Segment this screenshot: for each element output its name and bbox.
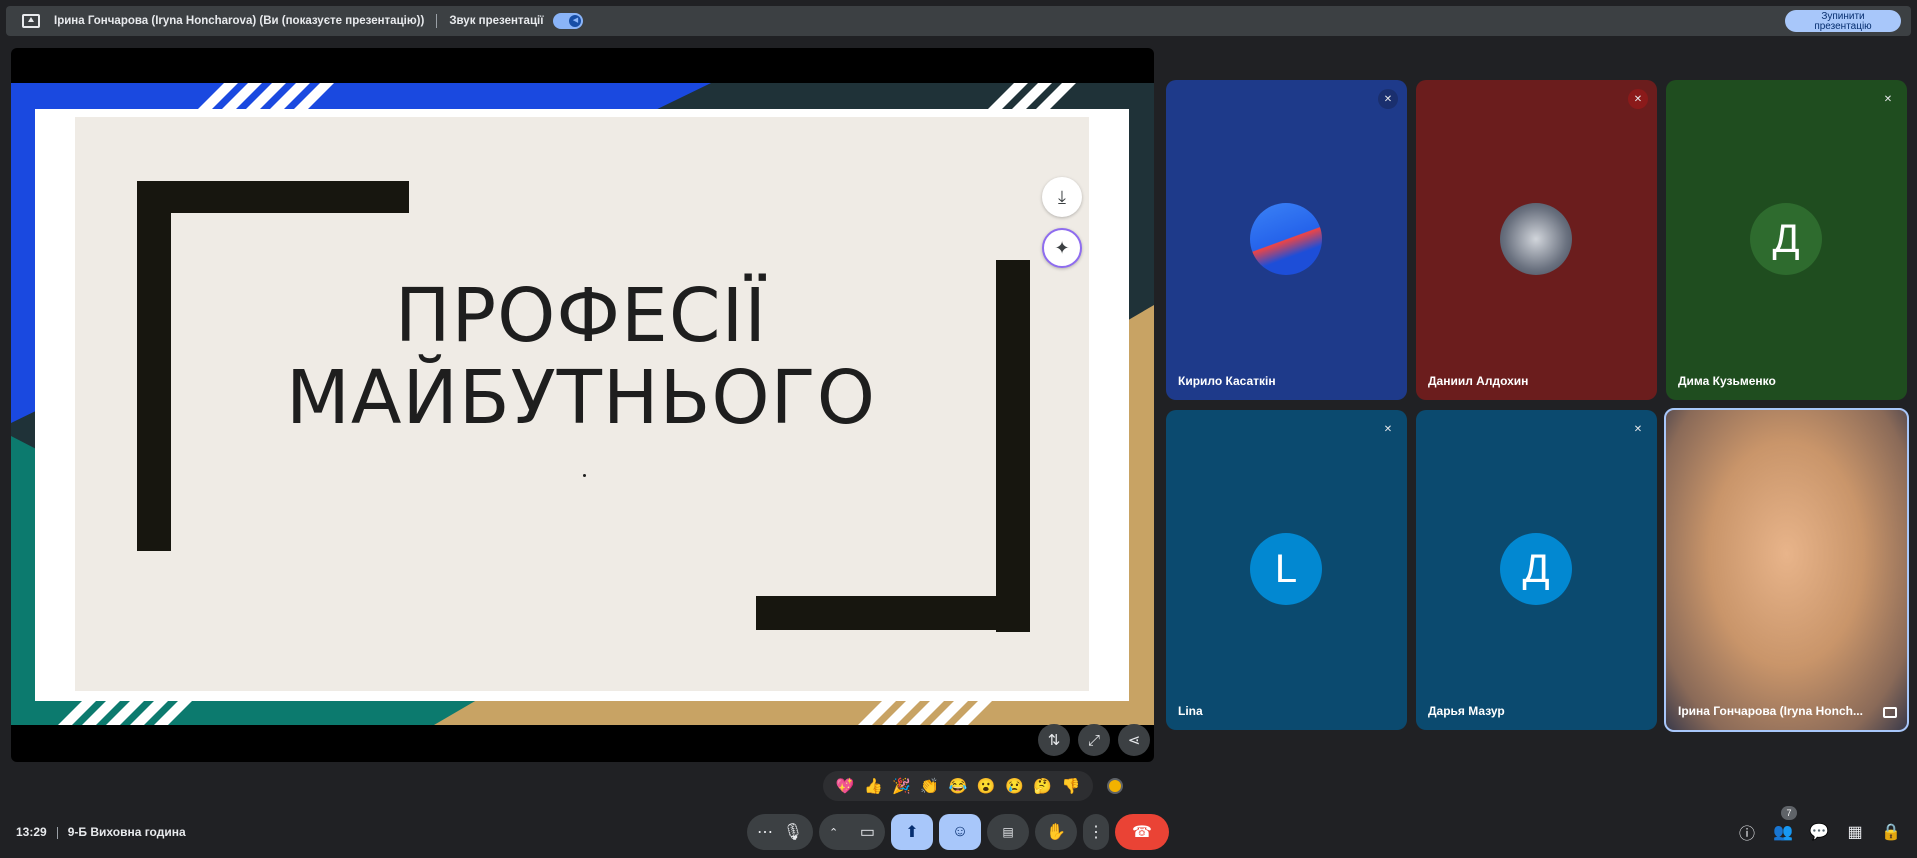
meeting-title: 9-Б Виховна година: [67, 825, 186, 839]
people-count-badge: 7: [1781, 806, 1797, 820]
share-icon: ⋖: [1127, 732, 1141, 749]
mic-group: ⋯ 🎙: [747, 814, 813, 850]
presentation-stage: ПРОФЕСІЇ МАЙБУТНЬОГО ⤓ ✦ ⇅ ⤢ ⋖: [11, 48, 1154, 762]
presentation-sound-toggle[interactable]: ◀: [553, 13, 584, 29]
more-options-button[interactable]: ⋮: [1083, 814, 1109, 850]
mic-off-icon: ✕: [1378, 89, 1398, 109]
more-vert-icon: ⋮: [1088, 824, 1104, 841]
fullscreen-button[interactable]: ⤢: [1078, 724, 1110, 756]
participant-name: Кирило Касаткін: [1178, 374, 1276, 388]
bracket-right-bottom: [756, 596, 1030, 630]
bracket-left: [137, 181, 171, 551]
captions-button[interactable]: ▤: [987, 814, 1029, 850]
divider: [436, 14, 438, 28]
bottom-controls: 13:29 9-Б Виховна година ⋯ 🎙 ⌃ ▭ ⬆ ☺ ▤ ✋ …: [0, 810, 1917, 858]
end-call-icon: ☎: [1132, 824, 1152, 841]
reaction-surprised[interactable]: 😮: [977, 777, 996, 795]
divider: [56, 826, 58, 839]
chevron-up-icon[interactable]: ⌃: [829, 826, 838, 839]
slide-stripes-top: [198, 83, 334, 109]
people-icon[interactable]: 👥: [1771, 820, 1795, 844]
avatar: Д: [1500, 533, 1572, 605]
presentation-slide: ПРОФЕСІЇ МАЙБУТНЬОГО ⤓ ✦: [11, 83, 1154, 725]
avatar: Д: [1750, 203, 1822, 275]
sparkle-icon: ✦: [1054, 237, 1070, 258]
speaker-icon: ◀: [569, 15, 582, 27]
slide-stripes-top-right: [988, 83, 1076, 109]
reaction-heart[interactable]: 💖: [836, 777, 855, 795]
present-now-button[interactable]: ⬆: [891, 814, 933, 850]
skin-tone-selector[interactable]: [1107, 778, 1123, 794]
avatar: [1250, 203, 1322, 275]
slide-stripes-bottom-left: [58, 699, 194, 725]
chat-icon[interactable]: 💬: [1807, 820, 1831, 844]
slide-title-line1: ПРОФЕСІЇ: [394, 273, 768, 359]
present-screen-icon: [22, 14, 40, 28]
mic-off-icon: ✕: [1883, 93, 1893, 105]
expand-icon: ⤢: [1087, 731, 1100, 749]
more-audio-options-icon[interactable]: ⋯: [757, 822, 773, 842]
info-icon[interactable]: ⓘ: [1735, 820, 1759, 844]
mic-off-icon: ✕: [1628, 89, 1648, 109]
download-icon: ⤓: [1058, 186, 1066, 207]
participant-tile[interactable]: ✕ Кирило Касаткін: [1166, 80, 1407, 400]
smiley-icon: ☺: [951, 823, 969, 840]
participant-tile[interactable]: ✕ Д Дима Кузьменко: [1666, 80, 1907, 400]
picture-in-picture-icon[interactable]: [1883, 707, 1897, 718]
presentation-sound-label: Звук презентації: [449, 15, 544, 27]
bracket-left-top: [137, 181, 409, 213]
participant-name: Дарья Мазур: [1428, 704, 1505, 718]
participant-tile[interactable]: ✕ Даниил Алдохин: [1416, 80, 1657, 400]
reactions-bar: 💖 👍 🎉 👏 😂 😮 😢 🤔 👎: [823, 771, 1093, 801]
participant-name: Lina: [1178, 704, 1203, 718]
share-button[interactable]: ⋖: [1118, 724, 1150, 756]
microphone-icon[interactable]: 🎙: [783, 822, 803, 842]
present-icon: ⬆: [905, 824, 919, 841]
reaction-sad[interactable]: 😢: [1005, 777, 1024, 795]
participant-tile[interactable]: ✕ Д Дарья Мазур: [1416, 410, 1657, 730]
leave-call-button[interactable]: ☎: [1115, 814, 1169, 850]
host-controls-icon[interactable]: 🔒: [1879, 820, 1903, 844]
participant-name: Дима Кузьменко: [1678, 374, 1776, 388]
download-button[interactable]: ⤓: [1042, 177, 1082, 217]
stop-label-line2: презентацію: [1814, 20, 1872, 32]
slide-dot: [583, 474, 586, 477]
self-video-tile[interactable]: Ірина Гончарова (Iryna Honch...: [1664, 408, 1909, 732]
slide-stripes-bottom-right: [858, 699, 994, 725]
activities-icon[interactable]: ▦: [1843, 820, 1867, 844]
swap-layout-button[interactable]: ⇅: [1038, 724, 1070, 756]
ai-assist-button[interactable]: ✦: [1042, 228, 1082, 268]
camera-icon[interactable]: ▭: [860, 822, 875, 842]
participant-name: Ірина Гончарова (Iryna Honch...: [1678, 704, 1863, 718]
avatar: [1500, 203, 1572, 275]
mic-off-icon: ✕: [1383, 423, 1393, 435]
reaction-thumbs-down[interactable]: 👎: [1062, 777, 1081, 795]
stop-presenting-button[interactable]: Зупинити презентацію: [1785, 10, 1901, 32]
reaction-thinking[interactable]: 🤔: [1033, 777, 1052, 795]
swap-icon: ⇅: [1047, 732, 1061, 749]
reaction-laugh[interactable]: 😂: [949, 777, 968, 795]
bracket-right: [996, 260, 1030, 632]
raise-hand-button[interactable]: ✋: [1035, 814, 1077, 850]
slide-title: ПРОФЕСІЇ МАЙБУТНЬОГО: [281, 275, 881, 439]
captions-icon: ▤: [1002, 825, 1014, 839]
participant-name: Даниил Алдохин: [1428, 374, 1529, 388]
participant-tile[interactable]: ✕ L Lina: [1166, 410, 1407, 730]
camera-group: ⌃ ▭: [819, 814, 885, 850]
presenting-bar: Ірина Гончарова (Iryna Honcharova) (Ви (…: [6, 6, 1911, 36]
reaction-clap[interactable]: 👏: [920, 777, 939, 795]
meeting-time: 13:29: [16, 825, 47, 839]
avatar: L: [1250, 533, 1322, 605]
slide-title-line2: МАЙБУТНЬОГО: [286, 355, 876, 441]
hand-icon: ✋: [1046, 824, 1066, 841]
meeting-info: 13:29 9-Б Виховна година: [16, 825, 186, 839]
mic-off-icon: ✕: [1633, 423, 1643, 435]
reaction-party[interactable]: 🎉: [892, 777, 911, 795]
presenter-label: Ірина Гончарова (Iryna Honcharova) (Ви (…: [54, 15, 425, 27]
reaction-thumbs-up[interactable]: 👍: [864, 777, 883, 795]
reactions-button[interactable]: ☺: [939, 814, 981, 850]
